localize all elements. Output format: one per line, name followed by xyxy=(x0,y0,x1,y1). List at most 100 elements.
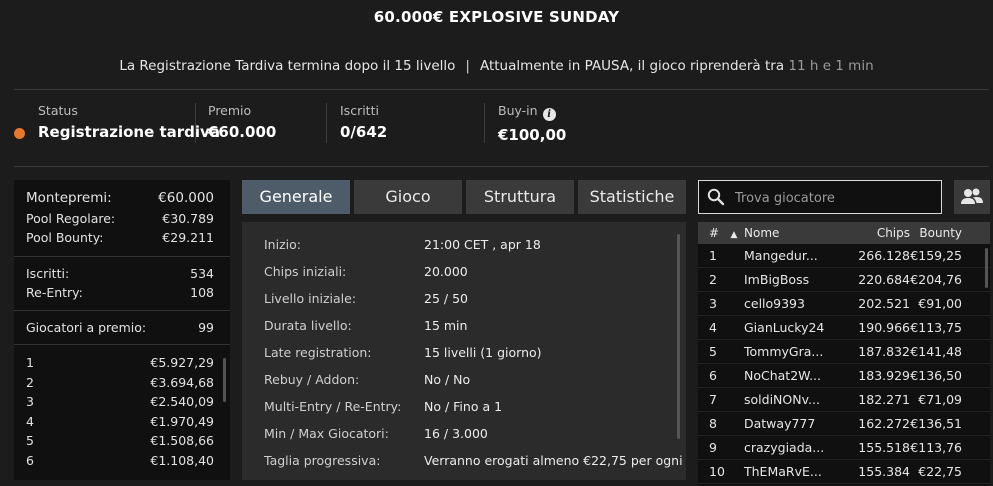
total-row: Montepremi: €60.000 xyxy=(14,189,230,209)
details-scrollbar[interactable] xyxy=(677,234,680,439)
detail-value: No / No xyxy=(424,372,471,387)
payout-amount: €5.927,29 xyxy=(150,355,214,370)
player-scrollbar[interactable] xyxy=(985,248,988,288)
player-rank: 5 xyxy=(709,344,717,359)
player-name: Mangedur... xyxy=(744,248,818,263)
regular-pool-row: Pool Regolare: €30.789 xyxy=(14,209,230,229)
payout-list[interactable]: 1 €5.927,29 2 €3.694,68 3 €2.540,09 4 €1.970,49… xyxy=(14,353,230,470)
header-chips[interactable]: Chips xyxy=(820,222,910,244)
buyin-label-row: Buy-in i xyxy=(498,103,566,121)
detail-value: 15 livelli (1 giorno) xyxy=(424,345,542,360)
buyin-label: Buy-in xyxy=(498,103,538,118)
player-rank: 4 xyxy=(709,320,717,335)
resume-countdown: 11 h e 1 min xyxy=(788,58,874,74)
player-bounty: €113,75 xyxy=(910,320,962,335)
payout-amount: €3.694,68 xyxy=(150,374,214,390)
detail-label: Livello iniziale: xyxy=(264,291,357,306)
player-chips: 202.521 xyxy=(858,296,910,311)
entries-label: Iscritti xyxy=(340,103,379,118)
player-bounty: €91,00 xyxy=(918,296,962,311)
stat-divider xyxy=(484,103,485,143)
player-name: soldiNONv... xyxy=(744,392,820,407)
header-bounty[interactable]: Bounty xyxy=(898,222,962,244)
payout-row: 2 €3.694,68 xyxy=(14,373,230,393)
player-name: Datway777 xyxy=(744,416,816,431)
entrants-row: Iscritti: 534 xyxy=(14,264,230,284)
detail-value: 16 / 3.000 xyxy=(424,426,488,441)
table-row[interactable]: 5 TommyGra... 187.832 €141,48 xyxy=(698,340,990,364)
reentry-value: 108 xyxy=(190,285,214,300)
entrants-label: Iscritti: xyxy=(26,265,70,281)
detail-label: Late registration: xyxy=(264,345,372,360)
payout-position: 3 xyxy=(26,394,34,409)
payout-position: 4 xyxy=(26,413,34,429)
player-rank: 2 xyxy=(709,272,717,287)
detail-label: Rebuy / Addon: xyxy=(264,372,360,387)
users-icon xyxy=(961,188,983,204)
detail-label: Multi-Entry / Re-Entry: xyxy=(264,399,402,414)
player-search[interactable] xyxy=(698,180,942,214)
player-chips: 155.384 xyxy=(858,464,910,479)
payout-position: 6 xyxy=(26,452,34,468)
bounty-pool-value: €29.211 xyxy=(162,230,214,245)
payout-row: 4 €1.970,49 xyxy=(14,412,230,432)
payout-row: 1 €5.927,29 xyxy=(14,353,230,373)
table-row[interactable]: 3 cello9393 202.521 €91,00 xyxy=(698,292,990,316)
player-chips: 162.272 xyxy=(858,416,910,431)
payout-position: 2 xyxy=(26,374,34,390)
player-rank: 6 xyxy=(709,368,717,383)
player-chips: 190.966 xyxy=(858,320,910,335)
reentry-row: Re-Entry: 108 xyxy=(14,283,230,303)
detail-label: Taglia progressiva: xyxy=(264,453,381,468)
buyin-stat: Buy-in i €100,00 xyxy=(498,103,566,147)
prize-label: Premio xyxy=(208,103,252,118)
player-name: cello9393 xyxy=(744,296,805,311)
sort-asc-icon[interactable]: ▲ xyxy=(731,230,738,240)
payout-position: 1 xyxy=(26,355,34,370)
entries-stat: Iscritti 0/642 xyxy=(340,103,387,147)
stats-divider xyxy=(14,166,989,167)
header-name[interactable]: Nome xyxy=(744,222,779,244)
tab-statistiche[interactable]: Statistiche xyxy=(578,180,686,214)
player-chips: 182.271 xyxy=(858,392,910,407)
table-row[interactable]: 7 soldiNONv... 182.271 €71,09 xyxy=(698,388,990,412)
table-row[interactable]: 8 Datway777 162.272 €136,51 xyxy=(698,412,990,436)
table-row[interactable]: 1 Mangedur... 266.128 €159,25 xyxy=(698,244,990,268)
tab-struttura[interactable]: Struttura xyxy=(466,180,574,214)
prize-pool-panel: Montepremi: €60.000 Pool Regolare: €30.789… xyxy=(14,180,230,480)
detail-value: 21:00 CET , apr 18 xyxy=(424,237,541,252)
bounty-pool-label: Pool Bounty: xyxy=(26,230,104,245)
payout-scrollbar[interactable] xyxy=(223,358,226,402)
detail-value: Verranno erogati almeno €22,75 per ogni xyxy=(424,453,683,468)
player-bounty: €113,76 xyxy=(910,440,962,455)
bounty-pool-row: Pool Bounty: €29.211 xyxy=(14,228,230,248)
detail-label: Chips iniziali: xyxy=(264,264,347,279)
tab-generale[interactable]: Generale xyxy=(242,180,350,214)
player-name: ThEMaRvE... xyxy=(744,464,822,479)
payout-position: 5 xyxy=(26,433,34,448)
player-bounty: €136,50 xyxy=(910,368,962,383)
buyin-value: €100,00 xyxy=(498,126,567,144)
users-button[interactable] xyxy=(954,180,990,214)
stat-divider xyxy=(326,103,327,143)
reentry-label: Re-Entry: xyxy=(26,285,83,300)
total-label: Montepremi: xyxy=(26,190,112,206)
status-dot xyxy=(14,128,25,139)
table-row[interactable]: 4 GianLucky24 190.966 €113,75 xyxy=(698,316,990,340)
payout-amount: €1.970,49 xyxy=(150,413,214,429)
search-input[interactable] xyxy=(735,187,935,209)
payout-row: 3 €2.540,09 xyxy=(14,392,230,412)
header-divider xyxy=(14,89,989,90)
player-chips: 187.832 xyxy=(858,344,910,359)
registration-notice: La Registrazione Tardiva termina dopo il… xyxy=(0,58,993,74)
tab-gioco[interactable]: Gioco xyxy=(354,180,462,214)
table-row[interactable]: 2 ImBigBoss 220.684 €204,76 xyxy=(698,268,990,292)
table-row[interactable]: 6 NoChat2W... 183.929 €136,50 xyxy=(698,364,990,388)
player-bounty: €204,76 xyxy=(910,272,962,287)
table-row[interactable]: 9 crazygiada... 155.518 €113,76 xyxy=(698,436,990,460)
table-row[interactable]: 10 ThEMaRvE... 155.384 €22,75 xyxy=(698,460,990,484)
header-rank[interactable]: # ▲ xyxy=(709,222,737,246)
detail-label: Inizio: xyxy=(264,237,301,252)
detail-value: 20.000 xyxy=(424,264,468,279)
info-icon[interactable]: i xyxy=(542,108,556,121)
